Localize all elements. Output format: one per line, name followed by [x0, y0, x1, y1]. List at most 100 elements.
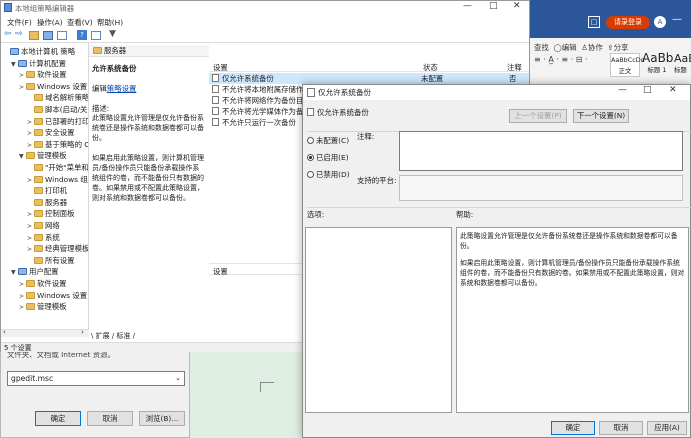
- avatar[interactable]: A: [654, 16, 666, 28]
- tab-standard[interactable]: 标准: [116, 332, 130, 340]
- collapsed-arrow-icon[interactable]: >: [27, 175, 34, 186]
- prev-setting-button[interactable]: 上一个设置(P): [509, 109, 567, 123]
- tree-node[interactable]: > Windows 组: [27, 174, 88, 185]
- login-button[interactable]: 请录登录: [606, 16, 650, 29]
- show-hide-tree-icon[interactable]: [43, 31, 53, 40]
- gp-close-icon[interactable]: ✕: [513, 1, 521, 11]
- radio-not-configured[interactable]: 未配置(C): [307, 132, 350, 149]
- policy-name: 仅允许系统备份: [222, 74, 274, 83]
- tree-node[interactable]: > Windows 设置: [19, 81, 87, 92]
- tree-node[interactable]: > Windows 设置: [19, 290, 87, 301]
- dialog-ok-button[interactable]: 确定: [551, 421, 595, 435]
- edit-policy-link[interactable]: 策略设置: [107, 84, 137, 93]
- gp-maximize-icon[interactable]: □: [489, 1, 498, 11]
- dlg-minimize-icon[interactable]: —: [618, 85, 627, 95]
- run-browse-button[interactable]: 浏览(B)...: [139, 411, 185, 426]
- tree-node[interactable]: 打印机: [27, 185, 67, 196]
- comment-textarea[interactable]: [399, 131, 683, 171]
- collapsed-arrow-icon[interactable]: >: [27, 140, 34, 151]
- table-row[interactable]: 仅允许系统备份 未配置 否: [209, 73, 529, 84]
- filter-icon[interactable]: ▼: [109, 29, 116, 39]
- tree-node[interactable]: 服务器: [27, 197, 67, 208]
- collapsed-arrow-icon[interactable]: >: [19, 291, 26, 302]
- collapsed-arrow-icon[interactable]: >: [27, 244, 34, 255]
- ribbon-find[interactable]: 查找: [534, 43, 549, 52]
- next-setting-button[interactable]: 下一个设置(N): [573, 109, 629, 123]
- minimize-icon[interactable]: —: [672, 14, 682, 25]
- style-heading[interactable]: AaB 标题: [674, 51, 691, 77]
- dlg-maximize-icon[interactable]: □: [643, 85, 652, 95]
- tree-node[interactable]: 域名解析策略: [27, 92, 88, 103]
- tree-node[interactable]: > 安全设置: [27, 127, 75, 138]
- tree-node[interactable]: > 软件设置: [19, 69, 67, 80]
- tree-hscrollbar[interactable]: ‹ ›: [1, 328, 89, 337]
- tree-node[interactable]: > 已部署的打印: [27, 116, 88, 128]
- tree-node[interactable]: "开始"菜单和: [27, 162, 88, 173]
- dialog-cancel-button[interactable]: 取消: [599, 421, 643, 435]
- radio-enabled[interactable]: 已启用(E): [307, 149, 350, 166]
- gp-minimize-icon[interactable]: —: [463, 1, 472, 11]
- col-setting[interactable]: 设置: [213, 62, 228, 73]
- ribbon-collab-icon[interactable]: ♙: [581, 43, 588, 52]
- view-tabs: \ 扩展 / 标准 /: [89, 331, 209, 341]
- style-normal[interactable]: AaBbCcDd 正文: [610, 53, 645, 77]
- forward-icon[interactable]: ⇨: [15, 29, 23, 39]
- radio-disabled[interactable]: 已禁用(D): [307, 166, 350, 183]
- dlg-close-icon[interactable]: ✕: [669, 85, 677, 95]
- menu-help[interactable]: 帮助(H): [97, 17, 123, 28]
- collapsed-arrow-icon[interactable]: >: [19, 302, 26, 313]
- run-ok-button[interactable]: 确定: [35, 411, 81, 426]
- col-state[interactable]: 状态: [423, 62, 438, 73]
- dialog-apply-button[interactable]: 应用(A): [647, 421, 687, 435]
- tree-node[interactable]: > 经典管理模板: [27, 243, 88, 255]
- expanded-arrow-icon[interactable]: ▼: [11, 267, 18, 278]
- folder-up-icon[interactable]: [29, 31, 39, 40]
- run-cancel-button[interactable]: 取消: [87, 411, 133, 426]
- expanded-arrow-icon[interactable]: ▼: [11, 59, 18, 70]
- collapsed-arrow-icon[interactable]: >: [27, 128, 34, 139]
- folder-icon: [34, 129, 43, 137]
- ribbon-edit[interactable]: 编辑: [562, 43, 577, 52]
- col-note[interactable]: 注释: [507, 62, 522, 73]
- chevron-down-icon[interactable]: ⌄: [175, 372, 181, 385]
- style-heading1[interactable]: AaBb 标题 1: [642, 51, 673, 77]
- tree-node[interactable]: > 控制面板: [27, 208, 75, 219]
- tree-node[interactable]: ▼ 用户配置: [11, 266, 59, 277]
- ribbon-edit-icon[interactable]: ◯: [554, 43, 562, 52]
- tree-node[interactable]: > 系统: [27, 232, 60, 243]
- col-setting-bottom[interactable]: 设置: [213, 266, 228, 277]
- menu-view[interactable]: 查看(V): [67, 17, 93, 28]
- collapsed-arrow-icon[interactable]: >: [19, 70, 26, 81]
- help-icon[interactable]: ?: [77, 30, 87, 40]
- back-icon[interactable]: ⇦: [4, 29, 12, 39]
- expanded-arrow-icon[interactable]: ▼: [19, 151, 26, 162]
- tree-node[interactable]: 脚本(启动/关: [27, 104, 87, 115]
- ribbon-share[interactable]: 分享: [614, 43, 629, 52]
- collapsed-arrow-icon[interactable]: >: [27, 221, 34, 232]
- run-input[interactable]: gpedit.msc ⌄: [7, 371, 185, 386]
- scroll-right-icon[interactable]: ›: [81, 328, 84, 336]
- tree-node[interactable]: > 网络: [27, 220, 60, 231]
- tree-node[interactable]: ▼ 计算机配置: [11, 58, 66, 69]
- menu-file[interactable]: 文件(F): [7, 17, 32, 28]
- collapsed-arrow-icon[interactable]: >: [19, 279, 26, 290]
- ribbon-collab[interactable]: 协作: [588, 43, 603, 52]
- tree-node[interactable]: > 管理模板: [19, 301, 67, 312]
- tree-node[interactable]: > 基于策略的 C: [27, 139, 88, 151]
- folder-icon: [26, 152, 35, 160]
- collapsed-arrow-icon[interactable]: >: [27, 209, 34, 220]
- collapsed-arrow-icon[interactable]: >: [27, 117, 34, 128]
- tree-node[interactable]: 本地计算机 策略: [3, 46, 75, 57]
- tree-node[interactable]: ▼ 管理模板: [19, 150, 67, 161]
- folder-icon: [26, 82, 35, 90]
- layout-icon[interactable]: □: [588, 16, 600, 28]
- scroll-left-icon[interactable]: ‹: [3, 328, 6, 336]
- properties-icon[interactable]: [91, 31, 101, 40]
- menu-action[interactable]: 操作(A): [37, 17, 63, 28]
- tab-extended[interactable]: 扩展: [96, 332, 110, 340]
- tree-node[interactable]: 所有设置: [27, 255, 75, 266]
- collapsed-arrow-icon[interactable]: >: [27, 233, 34, 244]
- export-list-icon[interactable]: [57, 31, 67, 40]
- tree-node[interactable]: > 软件设置: [19, 278, 67, 289]
- collapsed-arrow-icon[interactable]: >: [19, 82, 26, 93]
